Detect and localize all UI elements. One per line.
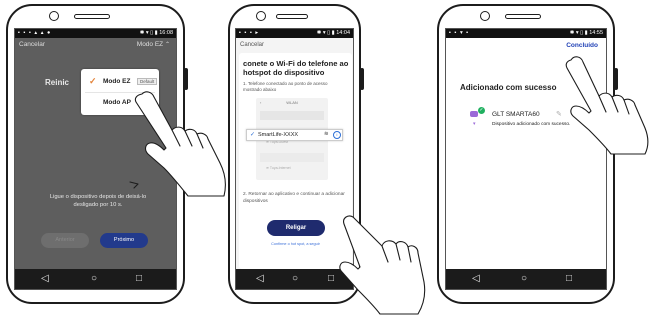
status-icons-right: ✱ ▾ ▯ ▮ 16:08 <box>139 30 173 36</box>
wifi-network-label: SmartLife-XXXX <box>258 132 299 138</box>
prev-button[interactable]: Anterior <box>41 233 89 248</box>
step1-text: 1. Telefone conectado ao ponto de acesso… <box>243 81 328 92</box>
nav-back-icon[interactable]: ◁ <box>256 272 264 286</box>
success-badge-icon: ✓ <box>478 107 485 114</box>
wifi-network-label: Tuya-Internet <box>269 166 291 170</box>
device-stand-icon: ▾ <box>473 121 476 127</box>
wlan-placeholder-row <box>260 153 324 162</box>
wlan-header: ‹ WLAN <box>256 98 328 108</box>
status-icons-right: ✱ ▾ ▯ ▮ 14:55 <box>569 30 603 36</box>
speaker-grille <box>505 14 541 19</box>
mode-selector-label: Modo EZ <box>136 41 164 48</box>
nav-home-icon[interactable]: ○ <box>91 272 97 286</box>
success-title: Adicionado com sucesso <box>460 83 557 92</box>
status-icons-left: ▪ ▪ ▪ ▸ <box>239 30 260 36</box>
status-time: 14:55 <box>589 30 603 36</box>
status-bar: ▪ ▪ ▾ ▪ ✱ ▾ ▯ ▮ 14:55 <box>446 29 606 38</box>
cancel-link[interactable]: Cancelar <box>19 41 45 48</box>
mode-selector[interactable]: Modo EZ ⌃ <box>137 41 170 48</box>
hand-pointer-icon <box>129 91 226 197</box>
hand-pointer-icon <box>565 56 649 155</box>
nav-back-icon[interactable]: ◁ <box>472 272 480 286</box>
status-time: 16:08 <box>159 30 173 36</box>
check-icon: ✓ <box>89 76 97 86</box>
device-name: GLT SMARTA60 <box>492 111 540 118</box>
status-icons-right: ✱ ▾ ▯ ▮ 14:04 <box>316 30 350 36</box>
status-bar: ▪ ▪ ▪ ▸ ✱ ▾ ▯ ▮ 14:04 <box>236 29 353 38</box>
wifi-network-selected[interactable]: ✓ SmartLife-XXXX ≋ i <box>246 129 343 141</box>
page-title-partial: Reinic <box>45 78 70 87</box>
wlan-placeholder-row <box>260 111 324 120</box>
wifi-network-other-2[interactable]: ≋ Tuya-Internet <box>260 164 324 172</box>
nav-home-icon[interactable]: ○ <box>521 272 527 286</box>
page-title: conete o Wi-Fi do telefone ao hotspot do… <box>243 59 349 77</box>
nav-home-icon[interactable]: ○ <box>292 272 298 286</box>
nav-recent-icon[interactable]: □ <box>136 272 142 286</box>
next-button[interactable]: Próximo <box>100 233 148 248</box>
wifi-icon: ≋ <box>266 166 269 170</box>
hand-pointer-icon <box>339 215 426 315</box>
step2-text: 2. Retornar ao aplicativo e continuar a … <box>243 192 345 204</box>
side-button <box>360 68 364 90</box>
dropdown-option-ap[interactable]: Modo AP <box>103 99 131 106</box>
nav-recent-icon[interactable]: □ <box>566 272 572 286</box>
front-camera <box>49 11 59 21</box>
cancel-link[interactable]: Cancelar <box>240 42 264 48</box>
wifi-icon: ≋ <box>324 131 329 137</box>
option-ez-label: Modo EZ <box>103 78 131 85</box>
nav-back-icon[interactable]: ◁ <box>41 272 49 286</box>
wlan-header-label: WLAN <box>286 100 298 105</box>
speaker-grille <box>276 14 308 19</box>
device-icon <box>470 111 478 117</box>
chevron-up-icon: ⌃ <box>164 42 170 48</box>
side-button <box>184 68 188 90</box>
front-camera <box>256 11 266 21</box>
done-button[interactable]: Concluído <box>566 42 598 49</box>
android-nav-bar: ◁ ○ □ <box>446 269 606 289</box>
android-nav-bar: ◁ ○ □ <box>15 269 176 289</box>
status-icons-left: ▪ ▪ ▪ ▴ ▴ ● <box>18 30 52 36</box>
reconnect-button[interactable]: Religar <box>267 220 325 236</box>
status-icons-left: ▪ ▪ ▾ ▪ <box>449 30 470 36</box>
speaker-grille <box>74 14 110 19</box>
status-bar: ▪ ▪ ▪ ▴ ▴ ● ✱ ▾ ▯ ▮ 16:08 <box>15 29 176 38</box>
check-icon: ✓ <box>250 132 256 138</box>
default-badge: Default <box>137 78 158 85</box>
status-time: 14:04 <box>336 30 350 36</box>
front-camera <box>480 11 490 21</box>
info-icon[interactable]: i <box>333 131 341 139</box>
